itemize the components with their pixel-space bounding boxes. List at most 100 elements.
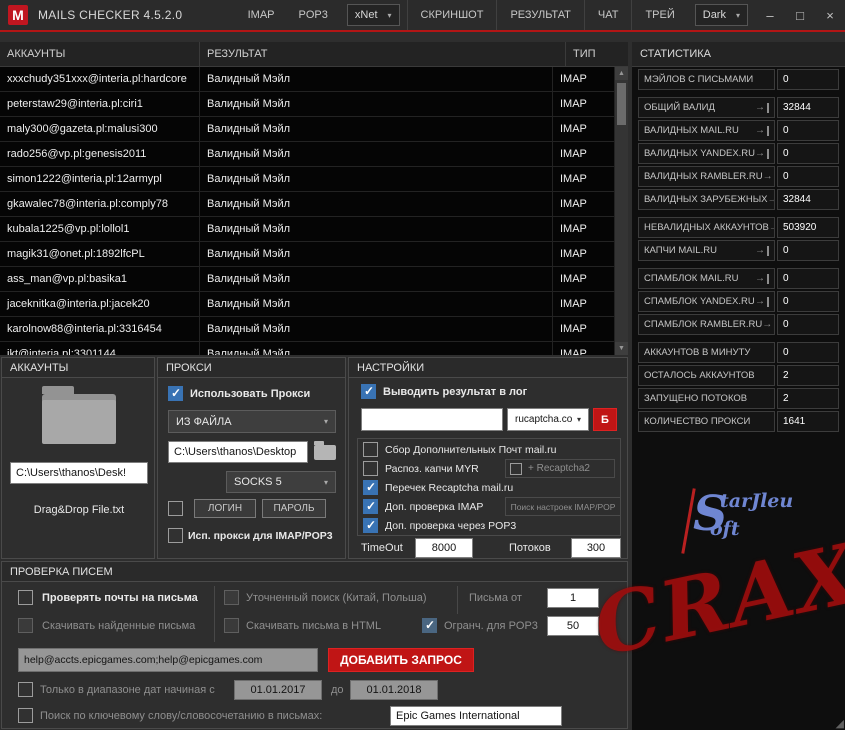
stat-value: 0 (777, 120, 839, 141)
recheck-recaptcha-checkbox[interactable] (363, 480, 378, 495)
pop3-limit-field[interactable]: 50 (547, 616, 599, 636)
imap-check-label: Доп. проверка IMAP (385, 501, 484, 513)
stat-value: 32844 (777, 189, 839, 210)
stat-value: 0 (777, 342, 839, 363)
result-cell: Валидный Мэйл (200, 342, 553, 355)
export-icon[interactable]: → (763, 171, 774, 182)
stat-value: 0 (777, 240, 839, 261)
table-row[interactable]: karolnow88@interia.pl:3316454 Валидный Мэ… (0, 317, 615, 342)
menu-chat[interactable]: ЧАТ (583, 0, 632, 30)
proxy-type-select[interactable]: SOCKS 5 ▾ (226, 471, 336, 493)
date-to-field[interactable]: 01.01.2018 (350, 680, 438, 700)
stat-value: 0 (777, 69, 839, 90)
column-header-type[interactable]: ТИП (566, 42, 628, 66)
recaptcha2-box: + Recaptcha2 (505, 459, 615, 478)
minimize-button[interactable]: – (755, 0, 785, 30)
resize-grip[interactable]: ◢ (836, 717, 844, 730)
chevron-down-icon: ▾ (735, 10, 740, 20)
recaptcha2-checkbox[interactable] (510, 462, 522, 475)
export-icon[interactable]: → (755, 125, 769, 136)
check-letters-checkbox[interactable] (18, 590, 33, 605)
download-letters-checkbox (18, 618, 33, 633)
stat-value: 32844 (777, 97, 839, 118)
menu-tray[interactable]: ТРЕЙ (631, 0, 687, 30)
scroll-down-icon[interactable]: ▼ (615, 342, 628, 355)
proxy-file-path-field[interactable]: C:\Users\thanos\Desktop (168, 441, 308, 463)
browse-folder-icon[interactable] (314, 441, 336, 460)
scrollbar-thumb[interactable] (617, 83, 626, 125)
theme-select[interactable]: Dark ▾ (694, 4, 748, 26)
pop3-limit-label: Огранч. для POP3 (444, 620, 538, 632)
log-output-checkbox[interactable] (361, 384, 376, 399)
menu-result[interactable]: РЕЗУЛЬТАТ (496, 0, 583, 30)
timeout-field[interactable]: 8000 (415, 538, 473, 558)
export-icon[interactable]: → (768, 194, 775, 205)
stat-value: 0 (777, 166, 839, 187)
stat-row: АККАУНТОВ В МИНУТУ 0 (638, 342, 839, 363)
log-output-label: Выводить результат в лог (383, 386, 528, 398)
export-icon[interactable]: → (755, 148, 770, 159)
collect-mail-checkbox[interactable] (363, 442, 378, 457)
threads-field[interactable]: 300 (571, 538, 621, 558)
keyword-search-checkbox[interactable] (18, 708, 33, 723)
table-row[interactable]: gkawalec78@interia.pl:comply78 Валидный М… (0, 192, 615, 217)
stat-label: СПАМБЛОК RAMBLER.RU (644, 319, 763, 330)
chevron-down-icon: ▾ (323, 477, 328, 487)
accent-divider (0, 30, 845, 32)
column-header-result[interactable]: РЕЗУЛЬТАТ (200, 42, 566, 66)
date-from-field[interactable]: 01.01.2017 (234, 680, 322, 700)
xnet-select[interactable]: xNet ▾ (346, 4, 400, 26)
captcha-myr-checkbox[interactable] (363, 461, 378, 476)
table-row[interactable]: peterstaw29@interia.pl:ciri1 Валидный Мэй… (0, 92, 615, 117)
table-row[interactable]: ass_man@vp.pl:basika1 Валидный Мэйл IMAP (0, 267, 615, 292)
export-icon[interactable]: → (755, 296, 769, 307)
stat-label: ВАЛИДНЫХ RAMBLER.RU (644, 171, 763, 182)
table-row[interactable]: maly300@gazeta.pl:malusi300 Валидный Мэйл… (0, 117, 615, 142)
keyword-field[interactable]: Epic Games International (390, 706, 562, 726)
menu-pop3[interactable]: POP3 (287, 0, 340, 30)
table-row[interactable]: rado256@vp.pl:genesis2011 Валидный Мэйл IM… (0, 142, 615, 167)
accounts-file-path-field[interactable]: C:\Users\thanos\Desk! (10, 462, 148, 484)
check-letters-label: Проверять почты на письма (42, 592, 198, 604)
export-icon[interactable]: → (755, 273, 769, 284)
statistics-title: СТАТИСТИКА (632, 42, 845, 67)
table-scrollbar[interactable]: ▲ ▼ (615, 67, 628, 355)
keyword-search-label: Поиск по ключевому слову/словосочетанию … (40, 710, 323, 722)
table-row[interactable]: jaceknitka@interia.pl:jacek20 Валидный Мэ… (0, 292, 615, 317)
search-query-field[interactable]: help@accts.epicgames.com;help@epicgames.… (18, 648, 318, 672)
folder-icon[interactable] (42, 386, 116, 444)
balance-button[interactable]: Б (593, 408, 617, 431)
scroll-up-icon[interactable]: ▲ (615, 67, 628, 80)
settings-panel-title: НАСТРОЙКИ (349, 358, 627, 378)
proxy-source-select[interactable]: ИЗ ФАЙЛА ▾ (168, 410, 336, 433)
app-window: M MAILS CHECKER 4.5.2.0 IMAP POP3 xNet ▾… (0, 0, 845, 730)
table-row[interactable]: jkt@interia.pl:3301144 Валидный Мэйл IMAP (0, 342, 615, 355)
close-button[interactable]: × (815, 0, 845, 30)
table-row[interactable]: kubala1225@vp.pl:lollol1 Валидный Мэйл IMA… (0, 217, 615, 242)
letters-from-field[interactable]: 1 (547, 588, 599, 608)
add-query-button[interactable]: ДОБАВИТЬ ЗАПРОС (328, 648, 474, 672)
export-icon[interactable]: → (755, 102, 769, 113)
table-row[interactable]: simon1222@interia.pl:12armypl Валидный Мэ… (0, 167, 615, 192)
menu-imap[interactable]: IMAP (236, 0, 287, 30)
stat-row: КАПЧИ MAIL.RU → 0 (638, 240, 839, 261)
proxy-imap-pop3-checkbox[interactable] (168, 528, 183, 543)
proxy-auth-checkbox[interactable] (168, 501, 183, 516)
date-range-checkbox[interactable] (18, 682, 33, 697)
use-proxy-checkbox[interactable] (168, 386, 183, 401)
captcha-service-select[interactable]: rucaptcha.co ▾ (507, 408, 589, 431)
export-icon[interactable]: → (755, 245, 769, 256)
captcha-key-field[interactable] (361, 408, 503, 431)
menu-screenshot[interactable]: СКРИНШОТ (406, 0, 497, 30)
pop3-check-checkbox[interactable] (363, 518, 378, 533)
theme-select-value: Dark (702, 9, 726, 21)
column-header-accounts[interactable]: АККАУНТЫ (0, 42, 200, 66)
maximize-button[interactable]: □ (785, 0, 815, 30)
proxy-password-button[interactable]: ПАРОЛЬ (262, 499, 326, 518)
table-row[interactable]: magik31@onet.pl:1892lfcPL Валидный Мэйл IM… (0, 242, 615, 267)
proxy-login-button[interactable]: ЛОГИН (194, 499, 256, 518)
export-icon[interactable]: → (762, 319, 774, 330)
export-icon[interactable]: → (769, 222, 774, 233)
imap-check-checkbox[interactable] (363, 499, 378, 514)
table-row[interactable]: xxxchudy351xxx@interia.pl:hardcore Валидн… (0, 67, 615, 92)
